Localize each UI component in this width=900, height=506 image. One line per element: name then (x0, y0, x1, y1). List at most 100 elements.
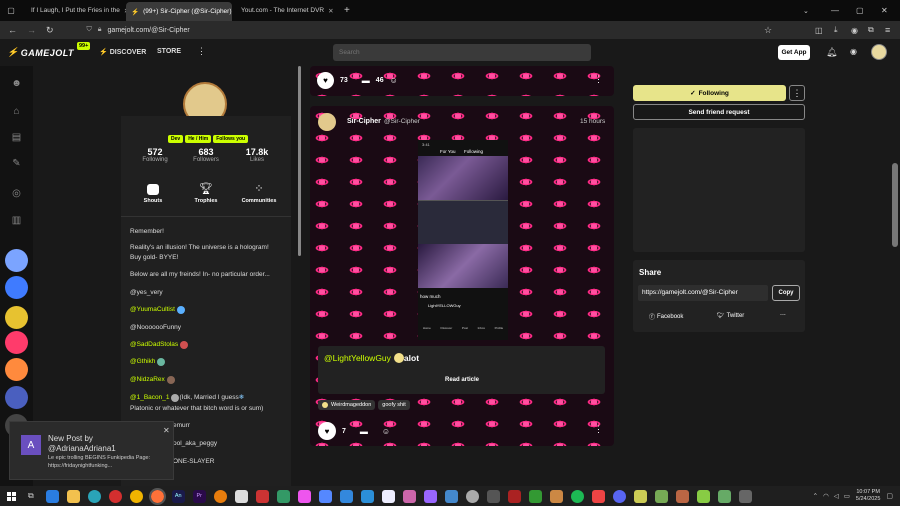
tag-chip[interactable]: goofy shit (378, 400, 410, 410)
like-button[interactable]: ♥ (318, 422, 336, 440)
gamejolt-logo[interactable]: ⚡ GAMEJOLT (7, 47, 74, 58)
author-name[interactable]: Sir-Cipher (347, 118, 381, 125)
bookshelf-icon[interactable]: ▥ (8, 212, 25, 229)
task-view-icon[interactable]: ⧉ (28, 491, 34, 501)
new-tab-button[interactable]: + (344, 5, 350, 16)
app-icon[interactable] (423, 489, 437, 503)
friend-link[interactable]: ONE-SLAYER (173, 458, 214, 466)
search-input[interactable] (333, 44, 591, 61)
send-friend-request-button[interactable]: Send friend request (633, 104, 805, 120)
author-avatar[interactable] (318, 113, 336, 131)
app-icon[interactable] (591, 489, 605, 503)
url-field[interactable]: gamejolt.com/@Sir-Cipher (108, 27, 688, 34)
app-icon[interactable] (654, 489, 668, 503)
back-icon[interactable]: ← (8, 25, 17, 35)
folder-icon[interactable] (66, 489, 80, 503)
user-icon[interactable]: ☻ (8, 75, 25, 92)
notification-toast[interactable]: A New Post by @AdrianaAdriana1 Le epic t… (9, 421, 174, 480)
download-icon[interactable]: ⤓ (834, 25, 838, 35)
facebook-button[interactable]: ⓕ Facebook (649, 312, 683, 322)
extensions-icon[interactable]: ⧉ (868, 25, 874, 35)
blender-icon[interactable] (213, 489, 227, 503)
bell-icon[interactable]: 🔔︎ (826, 47, 837, 58)
comment-icon[interactable]: ▬ (360, 427, 368, 436)
home-icon[interactable]: ⌂ (8, 103, 25, 120)
store-icon[interactable]: ▤ (8, 129, 25, 146)
tag-chip[interactable]: Weirdmageddon (318, 400, 376, 410)
animate-icon[interactable]: An (171, 489, 185, 503)
stat-followers[interactable]: 683 Followers (186, 147, 226, 163)
notification-center-icon[interactable]: ▢ (886, 492, 893, 500)
friend-link[interactable]: @1_Bacon_1 (130, 394, 170, 402)
mention-link[interactable]: @LightYellowGuy (324, 353, 391, 363)
vscode-icon[interactable] (360, 489, 374, 503)
community-avatar[interactable] (5, 306, 28, 329)
controller-icon[interactable]: ✎ (8, 155, 25, 172)
app-icon[interactable] (696, 489, 710, 503)
community-avatar[interactable] (5, 331, 28, 354)
community-avatar[interactable] (5, 276, 28, 299)
friend-link[interactable]: @yes_very (130, 289, 163, 297)
maximize-icon[interactable]: ▢ (856, 6, 864, 15)
app-icon[interactable] (738, 489, 752, 503)
app-icon[interactable] (402, 489, 416, 503)
friend-link[interactable]: @Gthikh (130, 358, 155, 366)
close-icon[interactable]: ✕ (163, 426, 170, 435)
spotify-icon[interactable] (570, 489, 584, 503)
friend-link[interactable]: ool_aka_peggy (173, 440, 217, 448)
friend-link[interactable]: @NooooooFunny (130, 324, 181, 332)
app-icon[interactable] (486, 489, 500, 503)
mail-icon[interactable] (45, 489, 59, 503)
sticker-icon[interactable]: ☺ (382, 427, 390, 436)
app-icon[interactable] (549, 489, 563, 503)
app-icon[interactable] (381, 489, 395, 503)
following-button[interactable]: ✓ Following (633, 85, 786, 101)
windows-start-icon[interactable] (7, 491, 16, 501)
battery-icon[interactable]: ▭ (844, 492, 850, 500)
trophies-section[interactable]: 🏆︎ Trophies (188, 184, 224, 205)
app-icon[interactable] (717, 489, 731, 503)
wifi-icon[interactable]: ◠ (823, 492, 829, 500)
author-handle[interactable]: @Sir-Cipher (384, 118, 420, 125)
star-icon[interactable]: ☆ (764, 25, 772, 36)
page-scrollbar[interactable] (892, 163, 898, 247)
clock[interactable]: 10:07 PM 5/24/2025 (856, 489, 880, 503)
minimize-icon[interactable]: — (831, 6, 839, 15)
like-button[interactable]: ♥ (317, 72, 334, 89)
app-icon[interactable] (675, 489, 689, 503)
library-icon[interactable]: ◎ (8, 185, 25, 202)
feed-scrollbar[interactable] (298, 66, 301, 256)
copy-button[interactable]: Copy (772, 285, 800, 301)
more-options-button[interactable]: ⋮ (789, 85, 805, 101)
comment-icon[interactable]: ▬ (362, 76, 370, 85)
read-article-link[interactable]: Read article (445, 377, 479, 383)
app-icon[interactable] (318, 489, 332, 503)
firefox-icon[interactable] (148, 487, 166, 505)
app-icon[interactable] (507, 489, 521, 503)
community-avatar[interactable] (5, 249, 28, 272)
stat-following[interactable]: 572 Following (135, 147, 175, 163)
more-vertical-icon[interactable]: ⋮ (594, 424, 603, 435)
friend-link[interactable]: @NidzaRex (130, 376, 165, 384)
more-vertical-icon[interactable]: ⋮ (594, 74, 603, 85)
app-icon[interactable] (234, 489, 248, 503)
nav-discover[interactable]: ⚡ DISCOVER (99, 48, 146, 57)
menu-icon[interactable]: ≡ (885, 25, 890, 35)
more-share-button[interactable]: ... (780, 310, 786, 317)
tab-youtube[interactable]: If I Laugh, I Put the Fries in the ✕ (22, 2, 126, 19)
chrome-icon[interactable] (129, 489, 143, 503)
lock-icon[interactable]: 🔒︎ (98, 26, 102, 34)
communities-section[interactable]: ⁘ Communities (239, 184, 279, 205)
chevron-up-icon[interactable]: ⌃ (813, 492, 818, 500)
shouts-section[interactable]: Shouts (135, 184, 171, 204)
community-avatar[interactable] (5, 386, 28, 409)
close-window-icon[interactable]: ✕ (881, 6, 888, 15)
volume-icon[interactable]: ◁ (834, 492, 839, 500)
app-icon[interactable] (339, 489, 353, 503)
reload-icon[interactable]: ↻ (46, 25, 54, 36)
app-icon[interactable] (465, 489, 479, 503)
nav-store[interactable]: STORE (157, 48, 181, 55)
app-icon[interactable] (633, 489, 647, 503)
pocket-icon[interactable]: ◫ (815, 26, 823, 35)
opera-icon[interactable] (108, 489, 122, 503)
